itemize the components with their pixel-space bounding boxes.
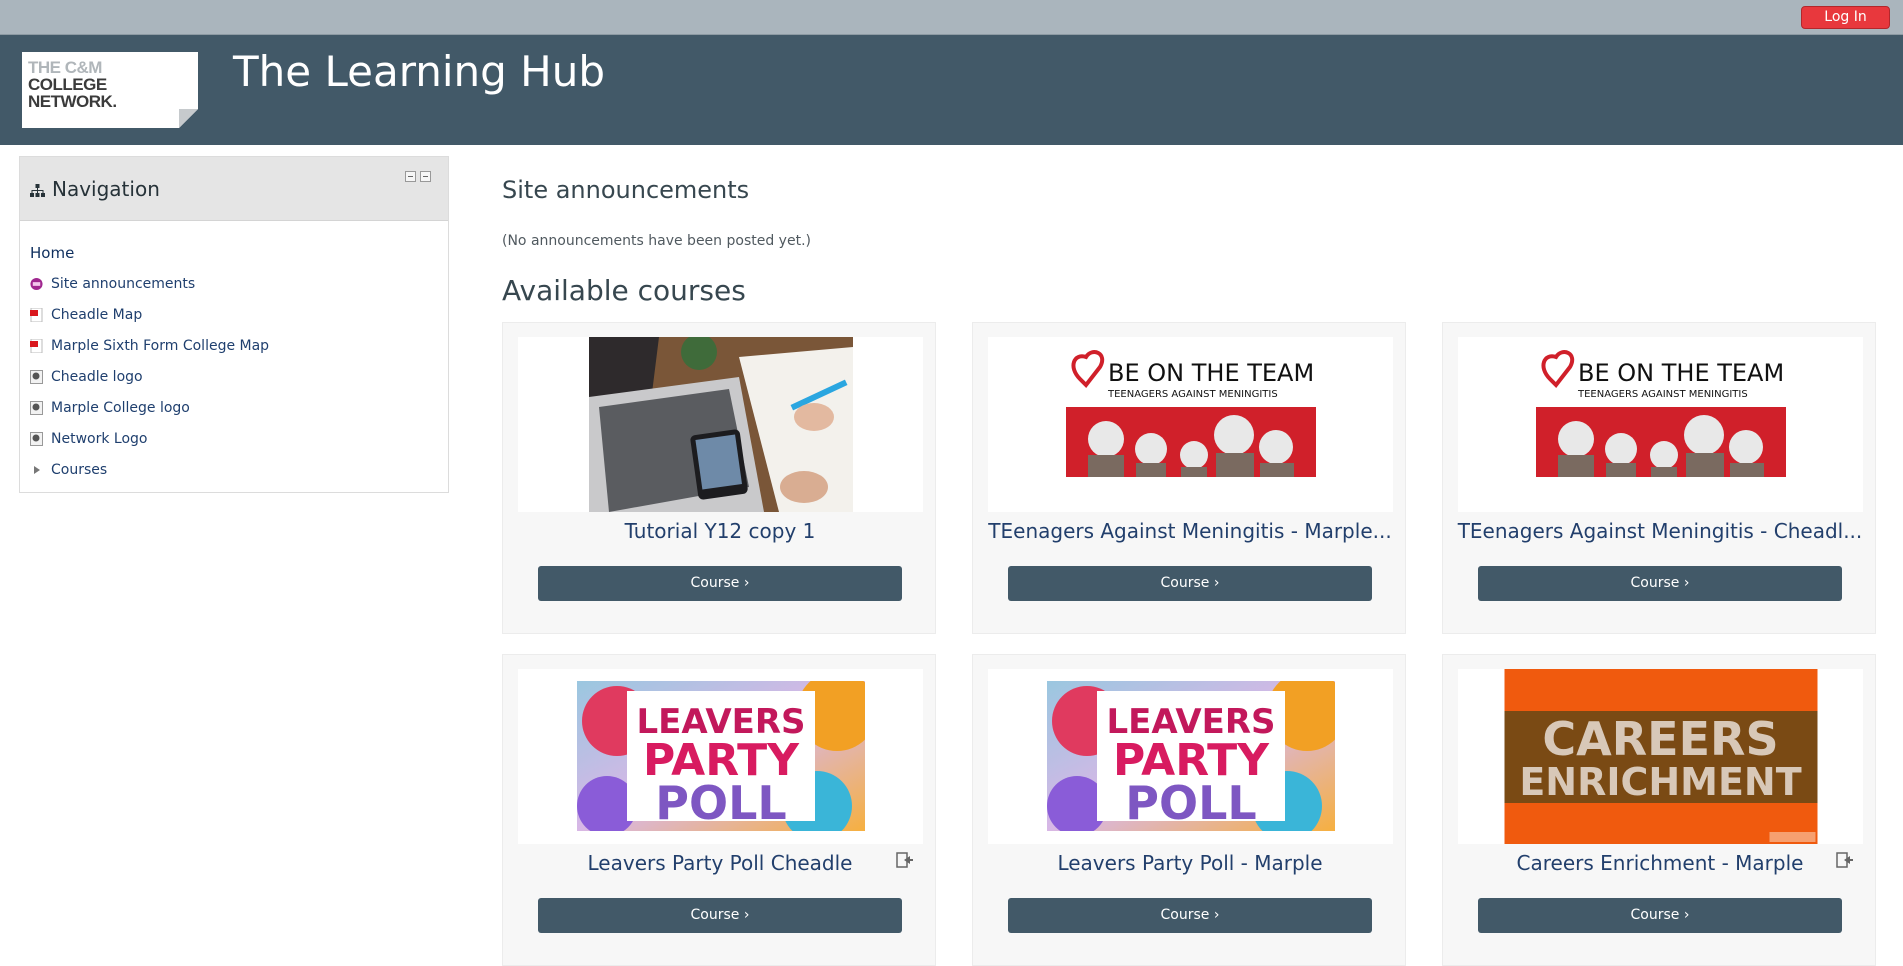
banner-line-1: CAREERS	[1542, 712, 1778, 766]
navigation-list: Home Site announcements Cheadle Map Marp…	[20, 221, 448, 486]
nav-item-label: Marple College logo	[51, 400, 190, 416]
course-image[interactable]: CAREERS ENRICHMENT	[1458, 669, 1863, 844]
navigation-block-header: Navigation	[20, 157, 448, 221]
nav-item-network-logo[interactable]: Network Logo	[20, 424, 448, 455]
nav-item-label: Cheadle logo	[51, 369, 143, 385]
nav-item-courses[interactable]: Courses	[20, 455, 448, 486]
banner-title: BE ON THE TEAM	[1578, 359, 1784, 387]
navigation-title: Navigation	[52, 177, 160, 201]
nav-item-label: Courses	[51, 462, 108, 478]
careers-enrichment-banner: CAREERS ENRICHMENT	[1504, 669, 1817, 844]
course-button[interactable]: Course ›	[1008, 898, 1372, 933]
course-card: LEAVERS PARTY POLL Leavers Party Poll - …	[972, 654, 1406, 966]
course-button[interactable]: Course ›	[538, 566, 902, 601]
nav-item-label: Site announcements	[51, 276, 196, 292]
nav-item-label: Cheadle Map	[51, 307, 143, 323]
course-image[interactable]: LEAVERS PARTY POLL	[988, 669, 1393, 844]
nav-item-cheadle-logo[interactable]: Cheadle logo	[20, 362, 448, 393]
course-button[interactable]: Course ›	[1008, 566, 1372, 601]
banner-line-3: POLL	[1125, 776, 1256, 830]
course-image[interactable]	[518, 337, 923, 512]
pdf-icon	[30, 339, 43, 353]
site-announcements-heading: Site announcements	[502, 176, 750, 204]
sitemap-icon	[30, 184, 45, 197]
site-title: The Learning Hub	[233, 47, 606, 96]
course-image[interactable]: BE ON THE TEAM TEENAGERS AGAINST MENINGI…	[988, 337, 1393, 512]
banner-line-2: ENRICHMENT	[1519, 760, 1801, 804]
course-title-link[interactable]: Leavers Party Poll Cheadle	[513, 851, 927, 875]
logo-line-3: NETWORK.	[28, 92, 117, 111]
leavers-party-poll-banner: LEAVERS PARTY POLL	[1046, 681, 1335, 831]
available-courses-heading: Available courses	[502, 274, 746, 307]
banner-subtitle: TEENAGERS AGAINST MENINGITIS	[1107, 389, 1278, 400]
nav-item-label: Network Logo	[51, 431, 148, 447]
course-card: CAREERS ENRICHMENT Careers Enrichment - …	[1442, 654, 1876, 966]
logo-line-1: THE C&M	[28, 58, 102, 77]
top-bar: Log In	[0, 0, 1903, 35]
image-icon	[30, 401, 43, 415]
no-announcements-text: (No announcements have been posted yet.)	[502, 233, 811, 249]
course-image[interactable]: BE ON THE TEAM TEENAGERS AGAINST MENINGI…	[1458, 337, 1863, 512]
dock-block-icon[interactable]	[420, 171, 431, 182]
course-title-link[interactable]: Tutorial Y12 copy 1	[513, 519, 927, 543]
expand-arrow-icon[interactable]	[30, 463, 43, 477]
course-card: BE ON THE TEAM TEENAGERS AGAINST MENINGI…	[1442, 322, 1876, 634]
course-button[interactable]: Course ›	[538, 898, 902, 933]
course-card: Tutorial Y12 copy 1 Course ›	[502, 322, 936, 634]
banner-subtitle: TEENAGERS AGAINST MENINGITIS	[1577, 389, 1748, 400]
collapse-block-icon[interactable]	[405, 171, 416, 182]
image-icon	[30, 370, 43, 384]
image-icon	[30, 432, 43, 446]
course-title-link[interactable]: TEenagers Against Meningitis - Cheadl...	[1453, 519, 1867, 543]
page-fold-icon	[179, 109, 198, 128]
navigation-block: Navigation Home Site announcements Chead…	[19, 156, 449, 493]
course-button[interactable]: Course ›	[1478, 898, 1842, 933]
course-title-link[interactable]: TEenagers Against Meningitis - Marple...	[983, 519, 1397, 543]
laptop-desk-photo	[588, 337, 853, 512]
nav-item-site-announcements[interactable]: Site announcements	[20, 269, 448, 300]
banner-line-3: POLL	[655, 776, 786, 830]
banner-title: BE ON THE TEAM	[1108, 359, 1314, 387]
logo-line-2: COLLEGE	[28, 75, 107, 94]
be-on-the-team-banner: BE ON THE TEAM TEENAGERS AGAINST MENINGI…	[1535, 337, 1786, 512]
course-image[interactable]: LEAVERS PARTY POLL	[518, 669, 923, 844]
leavers-party-poll-banner: LEAVERS PARTY POLL	[576, 681, 865, 831]
course-title-link[interactable]: Careers Enrichment - Marple	[1453, 851, 1867, 875]
nav-item-home[interactable]: Home	[20, 238, 448, 269]
forum-icon	[30, 277, 43, 291]
course-button[interactable]: Course ›	[1478, 566, 1842, 601]
course-title-link[interactable]: Leavers Party Poll - Marple	[983, 851, 1397, 875]
pdf-icon	[30, 308, 43, 322]
course-card: LEAVERS PARTY POLL Leavers Party Poll Ch…	[502, 654, 936, 966]
nav-item-marple-logo[interactable]: Marple College logo	[20, 393, 448, 424]
nav-item-label: Marple Sixth Form College Map	[51, 338, 270, 354]
nav-item-marple-map[interactable]: Marple Sixth Form College Map	[20, 331, 448, 362]
college-network-logo[interactable]: THE C&M COLLEGE NETWORK.	[22, 52, 198, 128]
nav-item-cheadle-map[interactable]: Cheadle Map	[20, 300, 448, 331]
be-on-the-team-banner: BE ON THE TEAM TEENAGERS AGAINST MENINGI…	[1065, 337, 1316, 512]
site-header: THE C&M COLLEGE NETWORK. The Learning Hu…	[0, 35, 1903, 145]
login-button[interactable]: Log In	[1801, 6, 1890, 29]
course-card: BE ON THE TEAM TEENAGERS AGAINST MENINGI…	[972, 322, 1406, 634]
